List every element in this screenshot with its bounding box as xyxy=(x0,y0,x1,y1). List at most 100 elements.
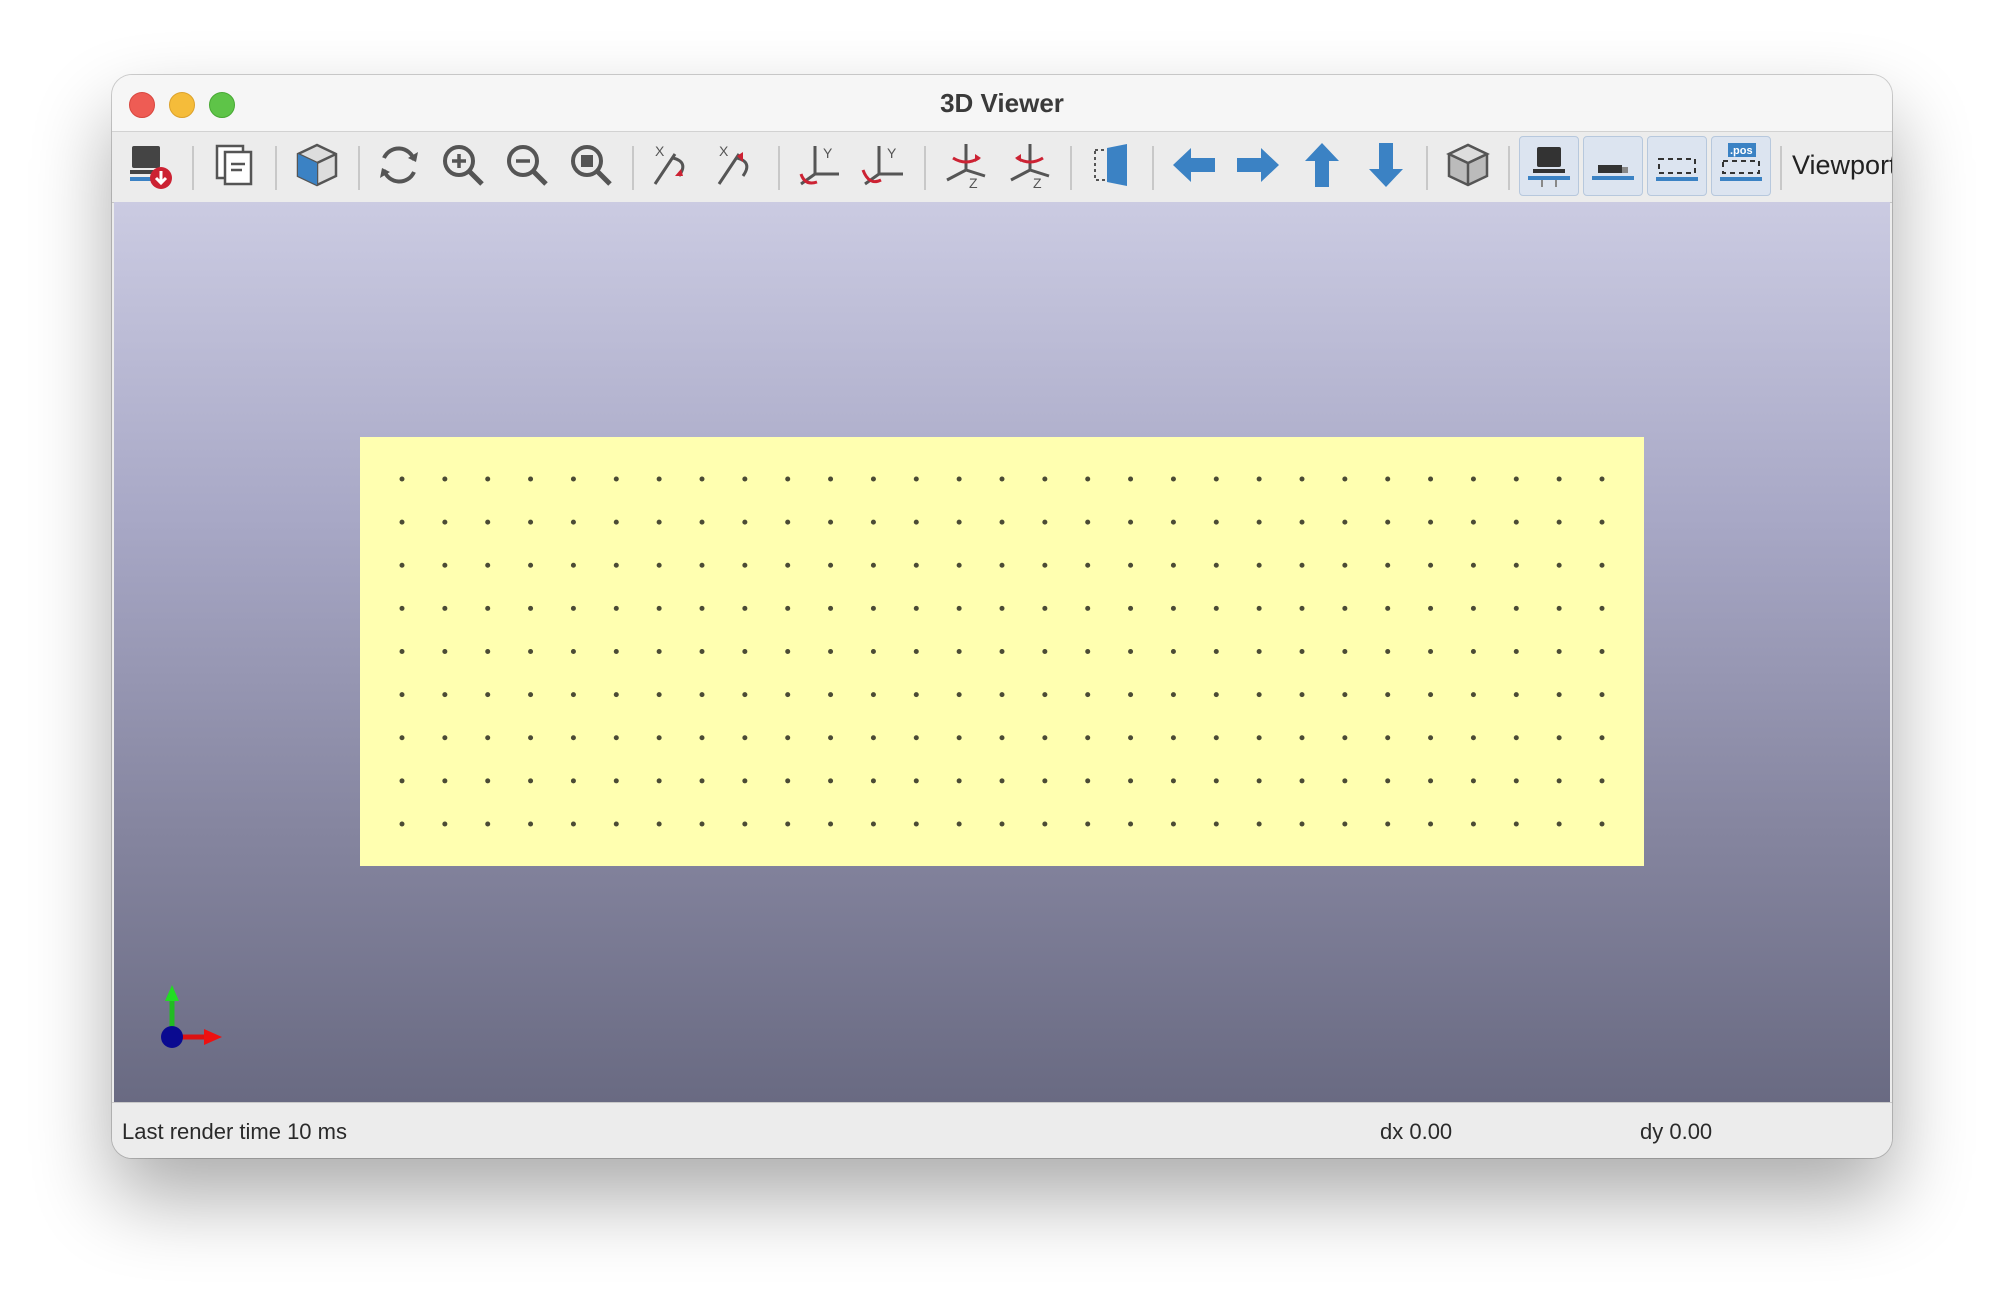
pad xyxy=(742,605,748,611)
title-bar: 3D Viewer xyxy=(112,75,1892,131)
orthographic-button[interactable] xyxy=(1439,136,1497,194)
pad xyxy=(870,778,876,784)
pad xyxy=(1342,476,1348,482)
rotate-x-ccw-button[interactable]: X xyxy=(709,136,767,194)
zoom-in-icon xyxy=(443,145,484,186)
pan-up-button[interactable] xyxy=(1293,136,1351,194)
raytracing-button[interactable] xyxy=(288,136,346,194)
pad xyxy=(913,519,919,525)
copy-icon xyxy=(215,144,253,186)
pad xyxy=(1128,778,1134,784)
pad xyxy=(442,821,448,827)
pad xyxy=(485,778,491,784)
pad xyxy=(442,692,448,698)
pad xyxy=(1256,476,1262,482)
pad xyxy=(656,605,662,611)
pad xyxy=(1470,735,1476,741)
rotate-y-cw-icon: Y xyxy=(799,145,839,186)
svg-text:X: X xyxy=(655,143,665,159)
export-image-button[interactable] xyxy=(122,136,180,194)
pad xyxy=(1299,692,1305,698)
pad xyxy=(399,605,405,611)
pad xyxy=(1513,778,1519,784)
copy-button[interactable] xyxy=(205,136,263,194)
pad xyxy=(570,562,576,568)
rotate-x-ccw-icon: X xyxy=(717,143,749,185)
pad xyxy=(442,562,448,568)
pad xyxy=(442,649,448,654)
zoom-fit-button[interactable] xyxy=(562,136,620,194)
zoom-out-icon xyxy=(507,145,548,186)
pad xyxy=(1428,519,1434,525)
pad xyxy=(1170,821,1176,827)
pad xyxy=(1428,735,1434,741)
pan-down-button[interactable] xyxy=(1357,136,1415,194)
show-smd-icon xyxy=(1592,165,1634,180)
rotate-x-cw-button[interactable]: X xyxy=(645,136,703,194)
3d-canvas[interactable] xyxy=(114,202,1890,1102)
rotate-x-cw-icon: X xyxy=(653,143,685,185)
pad xyxy=(1513,605,1519,611)
pad xyxy=(828,821,834,827)
pan-left-button[interactable] xyxy=(1165,136,1223,194)
pad xyxy=(1470,562,1476,568)
pad xyxy=(399,476,405,482)
pad xyxy=(485,519,491,525)
zoom-in-button[interactable] xyxy=(434,136,492,194)
pad xyxy=(870,649,876,654)
pad xyxy=(656,692,662,698)
pad xyxy=(785,519,791,525)
pad xyxy=(828,735,834,741)
show-smd-toggle[interactable] xyxy=(1583,136,1643,196)
viewports-dropdown[interactable]: Viewports xyxy=(1792,150,1892,181)
pad xyxy=(1299,735,1305,741)
pad xyxy=(613,735,619,741)
pad xyxy=(785,649,791,654)
pad xyxy=(956,605,962,611)
pad xyxy=(1556,476,1562,482)
zoom-out-button[interactable] xyxy=(498,136,556,194)
pad xyxy=(1128,605,1134,611)
reload-button[interactable] xyxy=(370,136,428,194)
rotate-y-cw-button[interactable]: Y xyxy=(791,136,849,194)
rotate-z-cw-button[interactable]: Z xyxy=(937,136,995,194)
pad xyxy=(1342,562,1348,568)
pad xyxy=(570,735,576,741)
pad xyxy=(1170,605,1176,611)
pad xyxy=(1085,649,1091,654)
pad xyxy=(442,519,448,525)
pad xyxy=(1128,562,1134,568)
pad xyxy=(1042,692,1048,698)
rotate-z-ccw-button[interactable]: Z xyxy=(1001,136,1059,194)
pad xyxy=(1256,649,1262,654)
show-tht-toggle[interactable] xyxy=(1519,136,1579,196)
pad xyxy=(1256,821,1262,827)
pad xyxy=(699,692,705,698)
pad xyxy=(1128,735,1134,741)
pad xyxy=(1599,821,1605,827)
pad xyxy=(1342,519,1348,525)
pad xyxy=(828,519,834,525)
status-bar: Last render time 10 ms dx 0.00 dy 0.00 xyxy=(112,1102,1892,1158)
rotate-y-ccw-button[interactable]: Y xyxy=(855,136,913,194)
show-not-in-pos-toggle[interactable]: .pos xyxy=(1711,136,1771,196)
pad xyxy=(956,649,962,654)
pad xyxy=(613,519,619,525)
show-virtual-toggle[interactable] xyxy=(1647,136,1707,196)
pad xyxy=(913,649,919,654)
pad xyxy=(1556,649,1562,654)
pad xyxy=(485,821,491,827)
pad xyxy=(1385,735,1391,741)
pad xyxy=(742,562,748,568)
pad xyxy=(1599,735,1605,741)
pad xyxy=(613,692,619,698)
pan-right-button[interactable] xyxy=(1229,136,1287,194)
pad xyxy=(956,692,962,698)
pad xyxy=(528,735,534,741)
arrow-left-icon xyxy=(1173,148,1215,182)
flip-board-button[interactable] xyxy=(1083,136,1141,194)
pad xyxy=(1385,519,1391,525)
pad xyxy=(1213,649,1219,654)
pad xyxy=(1513,735,1519,741)
pad xyxy=(1428,778,1434,784)
